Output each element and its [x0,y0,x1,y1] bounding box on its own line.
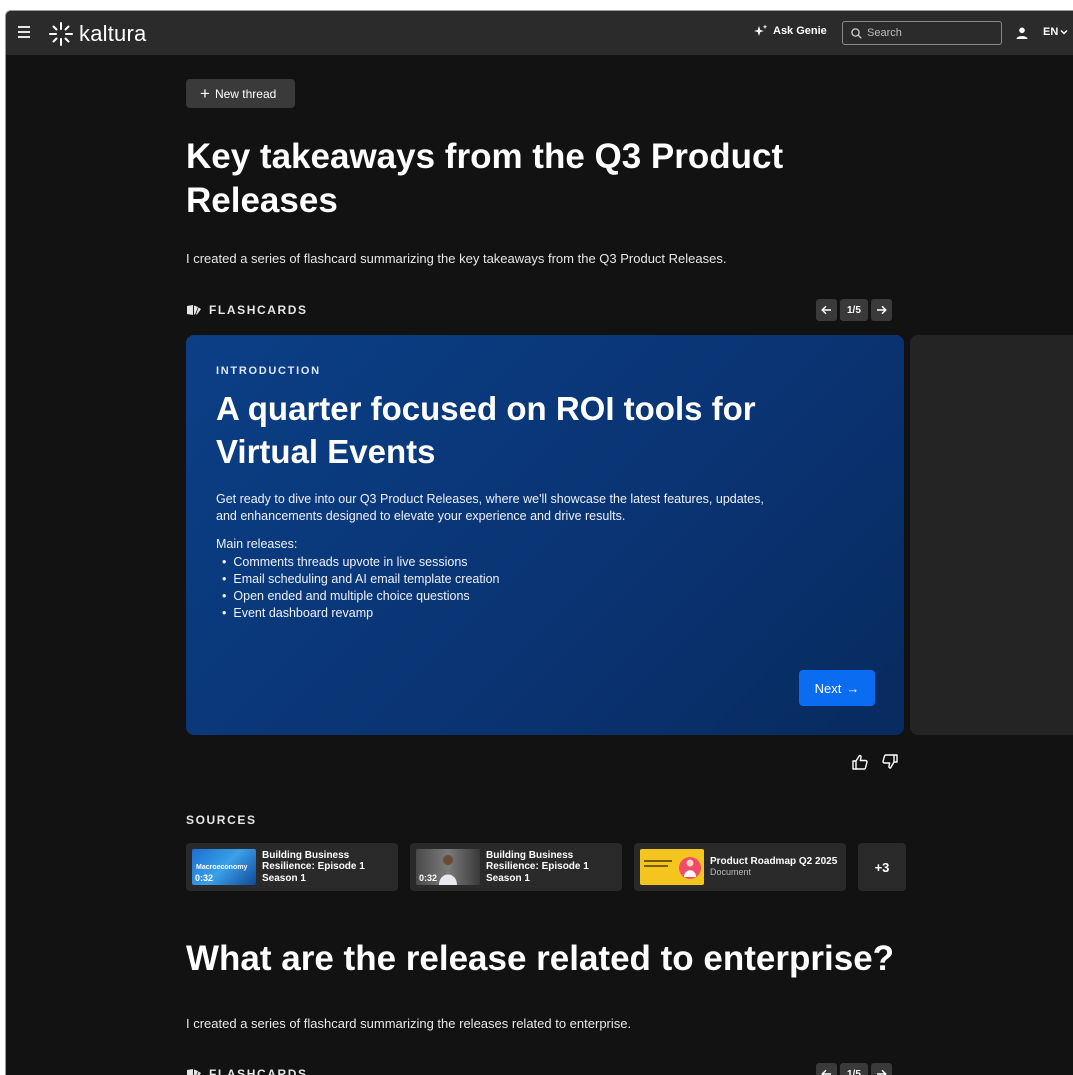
arrow-right-icon: → [846,680,860,696]
flashcard: INTRODUCTION A quarter focused on ROI to… [186,335,904,735]
card-body: Get ready to dive into our Q3 Product Re… [216,492,764,523]
next-button[interactable]: Next → [799,670,875,706]
thread-description: I created a series of flashcard summariz… [186,1016,632,1031]
prev-card-button[interactable] [816,299,837,321]
flashcards-header: FLASHCARDS [186,1067,308,1075]
sparkle-icon [754,24,768,36]
plus-icon: + [200,84,210,103]
source-title-text: Product Roadmap Q2 2025 [710,855,838,867]
thread-description: I created a series of flashcard summariz… [186,251,727,266]
search-input[interactable]: Search [842,21,1002,45]
arrow-right-icon [876,305,887,315]
ask-genie-button[interactable]: Ask Genie [753,24,827,38]
source-thumbnail: 0:32 [416,849,480,885]
flashcards-label: FLASHCARDS [209,303,308,317]
card-title: A quarter focused on ROI tools for Virtu… [216,390,756,470]
source-title: Product Roadmap Q2 2025 Document [710,856,840,879]
next-flashcard-peek[interactable] [910,335,1073,735]
user-icon[interactable] [1016,27,1028,39]
sources-list: Macroeconomy 0:32 Building Business Resi… [186,843,906,891]
list-item: Event dashboard revamp [222,605,500,622]
list-item: Open ended and multiple choice questions [222,588,500,605]
brand-logo[interactable]: kaltura [48,21,146,47]
flashcards-header: FLASHCARDS [186,303,308,317]
source-item[interactable]: 0:32 Building Business Resilience: Episo… [410,843,622,891]
source-type: Document [710,867,752,877]
list-item: Email scheduling and AI email template c… [222,571,499,588]
presenter-figure [439,855,457,885]
card-counter: 1/5 [840,1063,868,1075]
thread-title: What are the release related to enterpri… [186,939,895,978]
search-icon [851,27,862,39]
kaltura-logo-icon [49,22,73,46]
prev-card-button[interactable] [816,1063,837,1075]
source-item[interactable]: Macroeconomy 0:32 Building Business Resi… [186,843,398,891]
flashcards-icon [187,305,201,315]
menu-icon[interactable] [18,26,30,38]
thread-title: Key takeaways from the Q3 Product Releas… [186,137,784,220]
thumbnail-caption: Macroeconomy [196,864,248,871]
card-list: Comments threads upvote in live sessions… [222,554,500,622]
document-art [679,857,701,879]
duration-badge: 0:32 [419,873,438,883]
chevron-down-icon [1060,30,1068,35]
thumbs-up-icon[interactable] [851,753,869,771]
language-selector[interactable]: EN [1043,26,1068,38]
list-item: Comments threads upvote in live sessions [222,554,500,571]
source-thumbnail: Macroeconomy 0:32 [192,849,256,885]
brand-name: kaltura [79,21,147,46]
flashcard-pager: 1/5 [816,299,892,321]
feedback-buttons [851,753,911,771]
new-thread-button[interactable]: + New thread [186,79,295,108]
more-sources-button[interactable]: +3 [858,843,906,891]
document-thumbnail [640,849,704,885]
card-kicker: INTRODUCTION [216,365,321,377]
flashcard-pager: 1/5 [816,1063,892,1075]
duration-badge: 0:32 [195,873,214,883]
app-window: kaltura Ask Genie Search EN + New thread… [5,10,1073,1075]
source-title: Building Business Resilience: Episode 1 … [262,849,365,884]
flashcards-icon [187,1069,201,1075]
thumbs-down-icon[interactable] [881,753,899,771]
source-item[interactable]: Product Roadmap Q2 2025 Document [634,843,846,891]
arrow-right-icon [876,1069,887,1075]
next-label: Next [814,680,842,696]
ask-genie-label: Ask Genie [773,25,827,37]
arrow-left-icon [821,305,831,315]
card-counter: 1/5 [840,299,868,321]
sources-label: SOURCES [186,813,257,827]
next-card-button[interactable] [870,1063,892,1075]
top-bar: kaltura Ask Genie Search EN [6,11,1073,55]
new-thread-label: New thread [214,86,277,101]
arrow-left-icon [821,1069,831,1075]
next-card-button[interactable] [870,299,892,321]
search-placeholder: Search [867,27,902,39]
flashcards-label: FLASHCARDS [209,1067,308,1075]
language-label: EN [1043,26,1059,38]
source-title: Building Business Resilience: Episode 1 … [486,849,589,884]
card-list-heading: Main releases: [216,537,298,551]
